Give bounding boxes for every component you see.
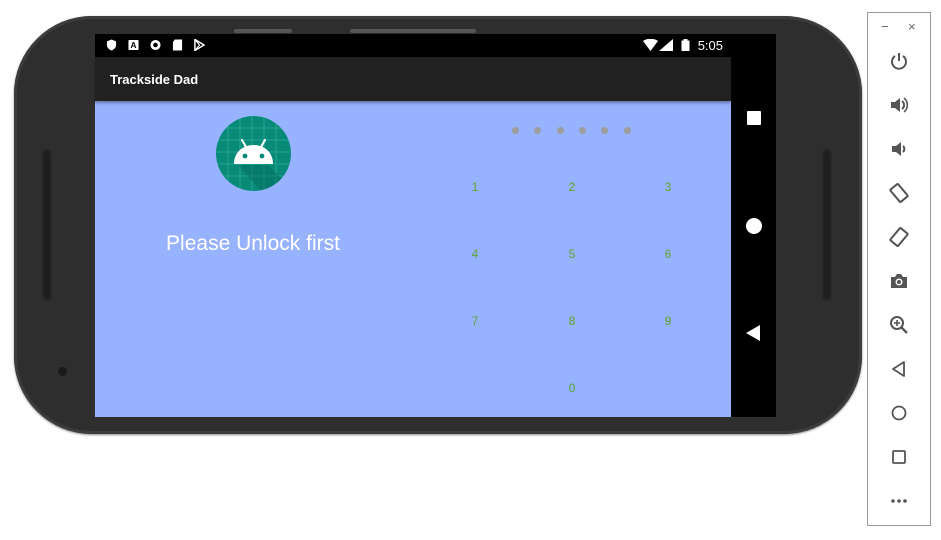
battery-icon bbox=[681, 39, 690, 51]
wifi-icon bbox=[643, 39, 658, 51]
status-time: 5:05 bbox=[697, 38, 723, 53]
pin-dot bbox=[579, 127, 586, 134]
emulator-toolbar: − × bbox=[867, 12, 931, 526]
app-title: Trackside Dad bbox=[110, 72, 199, 87]
minimize-button[interactable]: − bbox=[881, 19, 889, 34]
home-icon[interactable] bbox=[868, 399, 930, 427]
back-icon[interactable] bbox=[746, 325, 760, 341]
pin-dot bbox=[557, 127, 564, 134]
android-logo-icon bbox=[216, 116, 291, 191]
keypad-key-7[interactable]: 7 bbox=[445, 301, 505, 341]
shield-icon bbox=[106, 39, 117, 51]
keypad-key-3[interactable]: 3 bbox=[638, 167, 698, 207]
lock-screen-content: Please Unlock first 1 2 3 4 5 6 7 8 9 0 bbox=[95, 101, 731, 417]
left-speaker bbox=[42, 149, 52, 301]
device-screen: A 5:05 Trackside Dad Please Unlock first… bbox=[95, 34, 776, 417]
home-icon[interactable] bbox=[746, 218, 762, 234]
zoom-icon[interactable] bbox=[868, 311, 930, 339]
signal-icon bbox=[659, 39, 673, 51]
right-speaker bbox=[822, 149, 832, 301]
keypad-key-9[interactable]: 9 bbox=[638, 301, 698, 341]
device-volume-key bbox=[350, 29, 476, 33]
camera-icon[interactable] bbox=[868, 267, 930, 295]
front-camera bbox=[58, 367, 67, 376]
device-power-key bbox=[234, 29, 292, 33]
app-bar: Trackside Dad bbox=[95, 57, 731, 101]
unlock-message: Please Unlock first bbox=[166, 232, 340, 255]
back-icon[interactable] bbox=[868, 355, 930, 383]
close-button[interactable]: × bbox=[908, 19, 916, 34]
keypad-key-4[interactable]: 4 bbox=[445, 234, 505, 274]
pin-dot bbox=[601, 127, 608, 134]
keypad-key-8[interactable]: 8 bbox=[542, 301, 602, 341]
status-bar: A 5:05 bbox=[95, 34, 731, 57]
volume-down-icon[interactable] bbox=[868, 135, 930, 163]
pin-dot bbox=[534, 127, 541, 134]
pin-dot bbox=[624, 127, 631, 134]
circle-icon bbox=[150, 39, 161, 51]
sd-card-icon bbox=[172, 39, 183, 51]
keypad-key-6[interactable]: 6 bbox=[638, 234, 698, 274]
keypad-key-1[interactable]: 1 bbox=[445, 167, 505, 207]
svg-text:A: A bbox=[131, 41, 137, 50]
overview-icon[interactable] bbox=[868, 443, 930, 471]
keypad-key-0[interactable]: 0 bbox=[542, 368, 602, 408]
more-icon[interactable] bbox=[868, 487, 930, 515]
a-box-icon: A bbox=[128, 39, 139, 50]
play-store-icon bbox=[194, 39, 205, 51]
keypad-key-5[interactable]: 5 bbox=[542, 234, 602, 274]
rotate-right-icon[interactable] bbox=[868, 223, 930, 251]
recents-icon[interactable] bbox=[747, 111, 761, 125]
rotate-left-icon[interactable] bbox=[868, 179, 930, 207]
pin-dot bbox=[512, 127, 519, 134]
keypad-key-2[interactable]: 2 bbox=[542, 167, 602, 207]
power-icon[interactable] bbox=[868, 47, 930, 75]
navigation-bar bbox=[731, 34, 776, 417]
volume-up-icon[interactable] bbox=[868, 91, 930, 119]
